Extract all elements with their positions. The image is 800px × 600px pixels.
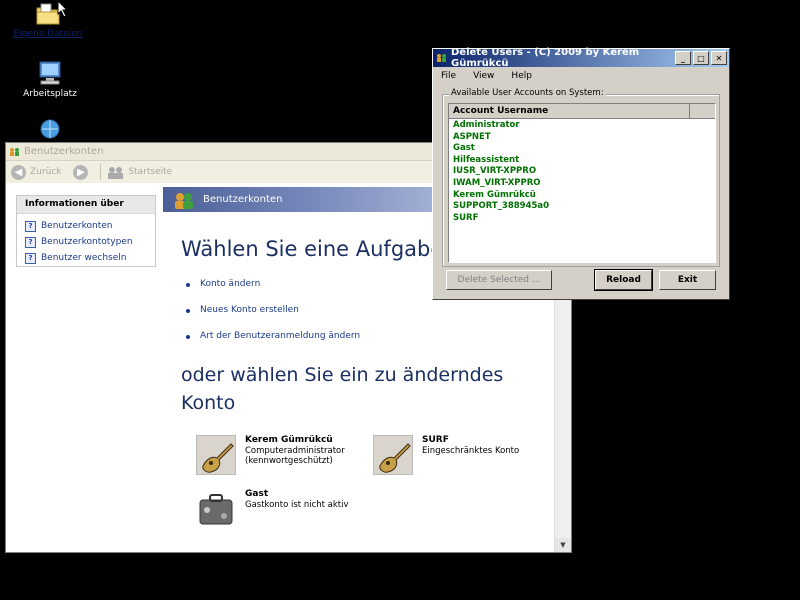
list-item[interactable]: Administrator [453,120,715,132]
info-link-kontotypen[interactable]: ? Benutzerkontotypen [25,234,155,250]
scroll-down-icon[interactable]: ▼ [555,538,571,552]
suitcase-avatar-icon [196,489,236,529]
info-links: ? Benutzerkonten ? Benutzerkontotypen ? … [25,218,155,266]
users-home-icon [108,166,124,179]
list-item[interactable]: SURF [453,213,715,225]
desktop-icon-network[interactable] [10,118,90,143]
back-button[interactable]: ◀ Zurück [11,164,62,180]
group-label: Available User Accounts on System: [449,88,606,98]
menu-help[interactable]: Help [511,71,532,81]
account-type: Eingeschränktes Konto [422,446,520,456]
user-rows: Administrator ASPNET Gast Hilfeassistent… [453,120,715,224]
task-change-logon[interactable]: Art der Benutzeranmeldung ändern [186,331,360,357]
task-create-account[interactable]: Neues Konto erstellen [186,305,360,331]
menu-file[interactable]: File [441,71,456,81]
exit-button[interactable]: Exit [659,270,716,290]
maximize-button[interactable]: □ [693,51,709,65]
account-name: Kerem Gümrükcü [245,435,333,445]
back-arrow-icon: ◀ [11,164,26,180]
desktop-icon-label: Arbeitsplatz [23,89,77,99]
user-accounts-icon [175,192,193,209]
home-label: Startseite [128,167,173,177]
help-icon: ? [25,236,36,248]
task-list: Konto ändern Neues Konto erstellen Art d… [186,279,360,357]
menu-view[interactable]: View [473,71,494,81]
list-item[interactable]: Hilfeassistent [453,155,715,167]
info-panel-title: Informationen über [17,196,155,214]
help-icon: ? [25,252,36,264]
account-type: Gastkonto ist nicht aktiv [245,500,349,510]
forward-button[interactable]: ▶ [73,164,92,180]
menu-bar: File View Help [433,67,729,85]
computer-icon [39,61,61,85]
task-change-account[interactable]: Konto ändern [186,279,360,305]
mouse-cursor-icon [57,0,69,18]
reload-button[interactable]: Reload [594,269,653,291]
info-link-benutzerkonten[interactable]: ? Benutzerkonten [25,218,155,234]
task-label: Konto ändern [200,279,261,289]
accounts-list[interactable]: Account Username Administrator ASPNET Ga… [448,103,716,263]
accounts-group: Available User Accounts on System: Accou… [442,88,720,267]
account-tile-surf[interactable]: SURF Eingeschränktes Konto [373,435,519,475]
column-header-username[interactable]: Account Username [449,104,690,118]
account-tile-kerem[interactable]: Kerem Gümrükcü Computeradministrator (ke… [196,435,345,475]
account-heading: oder wählen Sie ein zu änderndes Konto [181,364,504,414]
list-item[interactable]: ASPNET [453,132,715,144]
toolbar-separator [100,164,102,180]
list-item[interactable]: Gast [453,143,715,155]
account-name: Gast [245,489,269,499]
desktop-icon-my-documents[interactable]: Eigene Dateien [8,2,88,39]
task-label: Neues Konto erstellen [200,305,299,315]
window-title: Delete Users - (C) 2009 by Kerem Gümrükc… [451,47,640,69]
list-item[interactable]: SUPPORT_388945a0 [453,201,715,213]
home-button[interactable]: Startseite [107,166,172,179]
desktop-icon-label: Eigene Dateien [13,29,83,39]
app-icon [437,54,446,62]
task-heading: Wählen Sie eine Aufgabe... [181,237,464,261]
bullet-icon [186,283,190,287]
info-link-label: Benutzerkontotypen [41,237,133,247]
delete-selected-button[interactable]: Delete Selected ... [446,270,552,290]
help-icon: ? [25,220,36,232]
back-label: Zurück [30,167,62,177]
title-bar: Delete Users - (C) 2009 by Kerem Gümrükc… [433,47,729,69]
guitar-avatar-icon [196,435,236,475]
banner-title: Benutzerkonten [203,194,283,205]
window-title: Benutzerkonten [24,146,104,157]
desktop-icon-my-computer[interactable]: Arbeitsplatz [10,60,90,99]
info-panel: Informationen über ? Benutzerkonten ? Be… [16,195,156,267]
bullet-icon [186,335,190,339]
info-link-benutzer-wechseln[interactable]: ? Benutzer wechseln [25,250,155,266]
info-link-label: Benutzer wechseln [41,253,127,263]
list-item[interactable]: Kerem Gümrükcü [453,190,715,202]
info-link-label: Benutzerkonten [41,221,113,231]
account-note: (kennwortgeschützt) [245,456,333,466]
account-tile-gast[interactable]: Gast Gastkonto ist nicht aktiv [196,489,349,529]
account-type: Computeradministrator [245,446,345,456]
account-name: SURF [422,435,449,445]
delete-users-window: Delete Users - (C) 2009 by Kerem Gümrükc… [432,47,730,300]
close-button[interactable]: ✕ [711,51,727,65]
task-label: Art der Benutzeranmeldung ändern [200,331,361,341]
list-header: Account Username [449,104,715,119]
list-item[interactable]: IWAM_VIRT-XPPRO [453,178,715,190]
forward-arrow-icon: ▶ [73,164,89,180]
network-icon [40,119,60,139]
list-item[interactable]: IUSR_VIRT-XPPRO [453,166,715,178]
guitar-avatar-icon [373,435,413,475]
minimize-button[interactable]: _ [675,51,691,65]
user-accounts-icon [10,147,19,156]
bullet-icon [186,309,190,313]
